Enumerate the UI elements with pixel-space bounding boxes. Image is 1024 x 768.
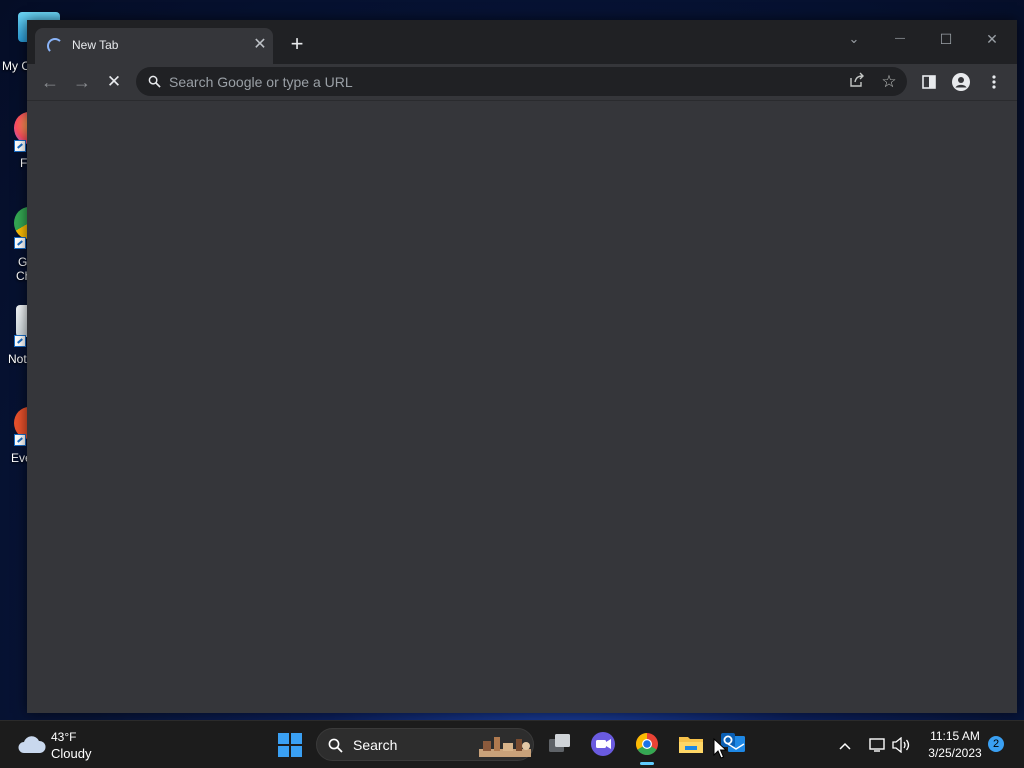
taskbar: 43°F Cloudy Search 11:15 AM 3/25/2023 <box>0 720 1024 768</box>
chevron-up-icon[interactable] <box>834 734 856 756</box>
weather-temperature: 43°F <box>51 730 77 744</box>
chrome-icon[interactable] <box>633 730 661 758</box>
stop-loading-button[interactable]: ✕ <box>100 68 128 96</box>
notification-badge[interactable]: 2 <box>988 736 1004 752</box>
search-icon <box>328 738 343 753</box>
network-icon[interactable] <box>866 734 888 756</box>
volume-icon[interactable] <box>890 734 912 756</box>
side-panel-icon[interactable] <box>915 68 943 96</box>
windows-logo-icon <box>278 733 289 744</box>
browser-window: New Tab ✕ + ⌄ — ☐ ✕ ← → ✕ ☆ <box>27 20 1017 713</box>
windows-logo-icon <box>291 746 302 757</box>
clock-date: 3/25/2023 <box>928 746 982 760</box>
windows-logo-icon <box>291 733 302 744</box>
profile-icon[interactable] <box>947 68 975 96</box>
loading-spinner-icon <box>47 38 63 54</box>
windows-logo-icon <box>278 746 289 757</box>
share-icon[interactable] <box>847 72 867 92</box>
taskbar-search-label: Search <box>353 737 398 753</box>
page-content <box>27 100 1017 713</box>
teams-chat-icon[interactable] <box>589 730 617 758</box>
minimize-button[interactable]: — <box>878 24 922 54</box>
tab-new-tab[interactable]: New Tab ✕ <box>35 28 273 64</box>
active-app-indicator <box>640 762 654 765</box>
address-bar[interactable]: ☆ <box>136 67 907 96</box>
search-highlight-icon <box>479 737 531 757</box>
back-button[interactable]: ← <box>36 68 64 96</box>
search-icon <box>148 75 161 88</box>
tab-title: New Tab <box>72 38 119 52</box>
close-window-button[interactable]: ✕ <box>970 24 1014 54</box>
tab-search-button[interactable]: ⌄ <box>832 24 876 54</box>
shortcut-arrow-icon <box>14 237 26 249</box>
new-tab-button[interactable]: + <box>285 33 309 57</box>
forward-button[interactable]: → <box>68 68 96 96</box>
mouse-cursor-icon <box>713 738 727 759</box>
start-button[interactable] <box>278 733 302 757</box>
taskbar-search[interactable]: Search <box>316 728 534 761</box>
maximize-button[interactable]: ☐ <box>924 24 968 54</box>
toolbar: ← → ✕ ☆ <box>27 64 1017 100</box>
weather-condition: Cloudy <box>51 746 92 761</box>
file-explorer-icon[interactable] <box>677 730 705 758</box>
bookmark-star-icon[interactable]: ☆ <box>879 72 899 92</box>
title-bar[interactable]: New Tab ✕ + ⌄ — ☐ ✕ <box>27 20 1017 64</box>
clock-time: 11:15 AM <box>930 729 980 743</box>
tab-close-icon[interactable]: ✕ <box>251 36 269 54</box>
shortcut-arrow-icon <box>14 140 26 152</box>
address-input[interactable] <box>169 67 829 96</box>
shortcut-arrow-icon <box>14 335 26 347</box>
task-view-icon[interactable] <box>546 730 574 758</box>
menu-icon[interactable] <box>980 68 1008 96</box>
cloud-icon <box>18 736 46 753</box>
shortcut-arrow-icon <box>14 434 26 446</box>
